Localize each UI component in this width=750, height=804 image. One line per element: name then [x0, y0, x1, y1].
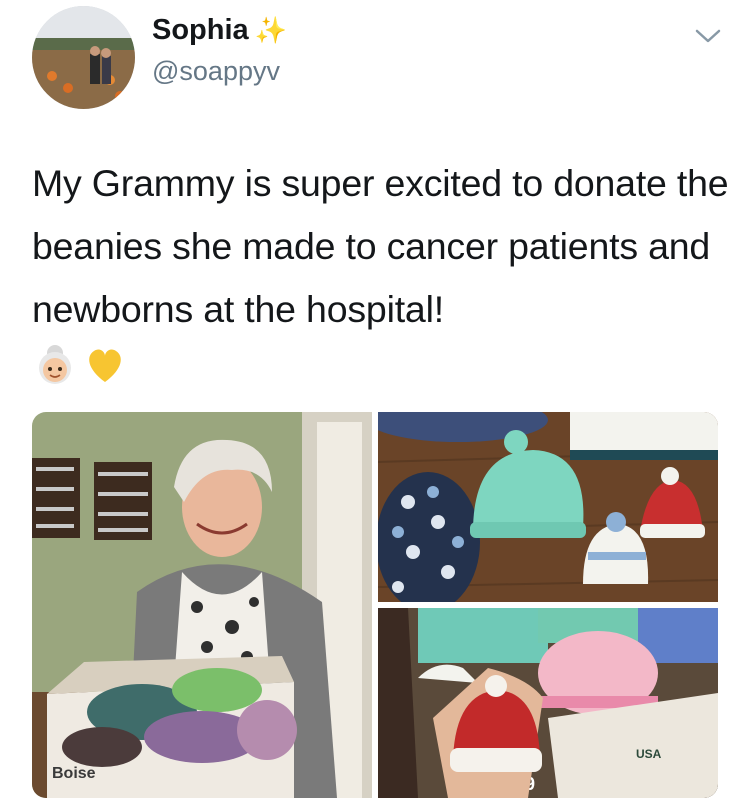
photo-beanies-on-table[interactable]	[378, 412, 718, 602]
author-display-name: Sophia	[152, 14, 249, 46]
author-name[interactable]: Sophia ✨	[152, 14, 287, 47]
tweet-text: My Grammy is super excited to donate the…	[32, 162, 729, 330]
emoji-row	[32, 342, 128, 388]
box-brand-label: Boise	[52, 765, 96, 782]
avatar[interactable]	[32, 6, 135, 109]
media-grid: Boise USA	[32, 412, 718, 798]
sparkles-icon: ✨	[254, 15, 288, 45]
yellow-heart-emoji	[89, 349, 121, 382]
photo-beanies-in-box[interactable]: USA X9	[378, 608, 718, 798]
author-handle[interactable]: @soappyv	[152, 56, 280, 87]
older-woman-emoji	[39, 345, 71, 384]
photo-grandma-with-box[interactable]: Boise	[32, 412, 372, 798]
chevron-down-icon[interactable]	[694, 26, 722, 46]
box-usa-label: USA	[636, 747, 662, 761]
avatar-photo	[32, 6, 135, 109]
